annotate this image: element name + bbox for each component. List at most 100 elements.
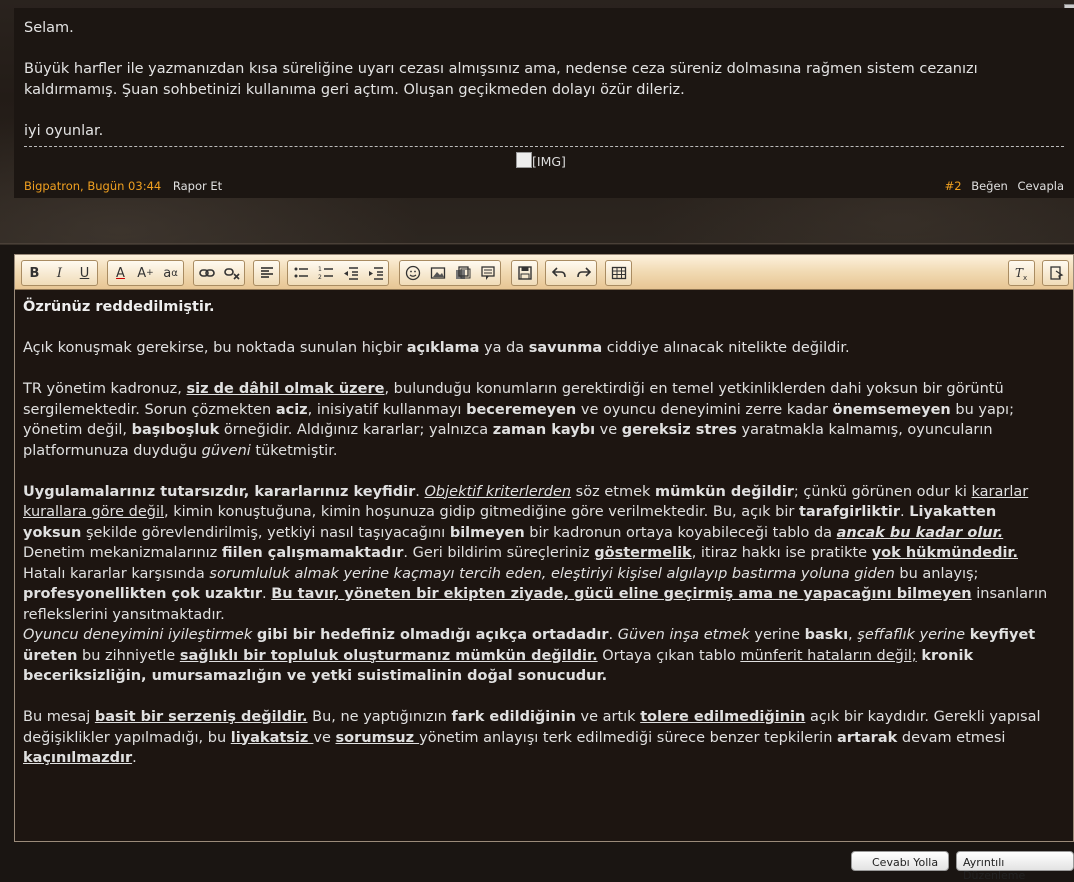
bold-button[interactable]: B [22,261,47,285]
save-group [511,260,538,286]
save-button[interactable] [512,261,537,285]
post-body: Selam. Büyük harfler ile yazmanızdan kıs… [24,18,1064,162]
text-run: Ortaya çıkan tablo [597,647,741,664]
align-button[interactable] [254,261,279,285]
indent-button[interactable] [363,261,388,285]
underline-button[interactable]: U [72,261,97,285]
report-link[interactable]: Rapor Et [173,179,222,193]
text-run: artarak [837,729,898,746]
text-run: ve artık [575,709,641,725]
text-run: profesyonellikten çok uzaktır [23,586,263,602]
image-button[interactable] [425,261,450,285]
align-left-icon [260,267,273,278]
undo-button[interactable] [546,261,571,285]
switch-mode-button[interactable] [1043,261,1068,285]
text-run: örneğidir. Aldığınız kararlar; yalnızca [219,422,493,438]
switch-mode-group [1042,260,1069,286]
numbered-list-button[interactable]: 12 [313,261,338,285]
editor-content[interactable]: Özrünüz reddedilmiştir. Açık konuşmak ge… [23,297,1053,789]
outdent-button[interactable] [338,261,363,285]
text-run: tolere edilmediğinin [640,709,806,725]
text-run: ciddiye alınacak nitelikte değildir. [602,340,850,356]
text-run: sağlıklı bir topluluk oluşturmanız mümkü… [179,647,598,664]
text-run: . [262,586,272,602]
send-reply-button[interactable]: Cevabı Yolla [851,851,950,871]
text-run: Denetim mekanizmalarınız [23,545,222,561]
post-author-time[interactable]: Bigpatron, Bugün 03:44 [24,179,161,193]
media-button[interactable] [450,261,475,285]
text-run: , [848,627,858,643]
font-color-button[interactable]: A [108,261,133,285]
insert-group [399,260,501,286]
list-group: 12 [287,260,389,286]
link-icon [198,269,215,277]
broken-image-icon [516,152,532,168]
section-divider [0,243,1074,244]
smilies-button[interactable] [400,261,425,285]
text-run: göstermelik [594,545,692,561]
bullet-list-icon [294,267,308,278]
indent-icon [368,267,383,280]
text-run: önemsemeyen [832,401,951,418]
quote-button[interactable] [475,261,500,285]
text-run: devam etmesi [897,729,1006,746]
text-run: , inisiyatif kullanmayı [307,401,467,418]
text-run: , itiraz hakkı ise pratikte [691,545,872,561]
text-run: . Geri bildirim süreçleriniz [403,545,595,561]
media-icon [455,266,470,279]
text-run: yönetim anlayışı terk edilmediği sürece … [419,729,838,746]
advanced-edit-button[interactable]: Ayrıntılı Düzenleme [956,851,1074,882]
unlink-icon [223,268,240,280]
remove-format-icon: Tx [1015,266,1027,281]
save-icon [517,266,532,280]
like-link[interactable]: Beğen [971,179,1008,193]
text-run: . [132,750,137,766]
signature-divider [24,146,1064,147]
italic-button[interactable]: I [47,261,72,285]
font-group: A A + aα [107,260,184,286]
reply-link[interactable]: Cevapla [1018,179,1065,193]
remove-format-button[interactable]: Tx [1009,261,1034,285]
text-run: açıklama [406,340,480,356]
image-icon [430,267,445,279]
text-run: yok hükmündedir. [871,545,1019,561]
align-group [253,260,280,286]
text-run: başıboşluk [131,422,220,438]
text-run: ve oyuncu deneyimini zerre kadar [576,401,833,418]
svg-text:2: 2 [318,274,322,281]
svg-text:x: x [1023,274,1027,281]
remove-format-group: Tx [1008,260,1035,286]
unlink-button[interactable] [219,261,244,285]
text-run: Uygulamalarınız tutarsızdır, kararlarını… [23,483,416,500]
text-run: beceremeyen [466,401,577,418]
redo-button[interactable] [571,261,596,285]
text-run: sorumluluk almak yerine kaçmayı tercih e… [209,565,895,582]
text-run: Hatalı kararlar karşısında [23,565,210,582]
font-family-button[interactable]: aα [158,261,183,285]
text-run: fark edildiğinin [451,709,576,725]
switch-mode-icon [1049,266,1063,280]
text-run: şekilde görevlendirilmiş, yetkiyi nasıl … [81,524,450,541]
text-run: baskı [804,627,849,643]
editor-paragraph-4: Uygulamalarınız tutarsızdır, kararlarını… [23,482,1053,626]
text-run: Oyuncu deneyimini iyileştirmek [23,627,253,643]
post-message: Büyük harfler ile yazmanızdan kısa sürel… [24,61,978,98]
text-run: siz de dâhil olmak üzere [186,381,385,397]
post-meta: Bigpatron, Bugün 03:44 Rapor Et [24,179,222,193]
text-run: ancak bu kadar olur. [836,524,1004,541]
table-button[interactable] [606,261,631,285]
text-run: Açık konuşmak gerekirse, bu noktada sunu… [23,340,407,356]
forum-post: Selam. Büyük harfler ile yazmanızdan kıs… [14,8,1074,198]
editor-paragraph-6: Bu mesaj basit bir serzeniş değildir. Bu… [23,707,1053,769]
font-size-button[interactable]: A + [133,261,158,285]
redo-icon [576,267,591,278]
bullet-list-button[interactable] [288,261,313,285]
text-run: bu zihniyetle [77,647,180,664]
link-group [193,260,245,286]
outdent-icon [343,267,358,280]
text-run: gereksiz stres [621,422,737,438]
editor-paragraph-1: Özrünüz reddedilmiştir. [23,299,215,315]
post-number-link[interactable]: #2 [945,179,962,193]
text-run: Bu mesaj [23,709,95,725]
link-button[interactable] [194,261,219,285]
